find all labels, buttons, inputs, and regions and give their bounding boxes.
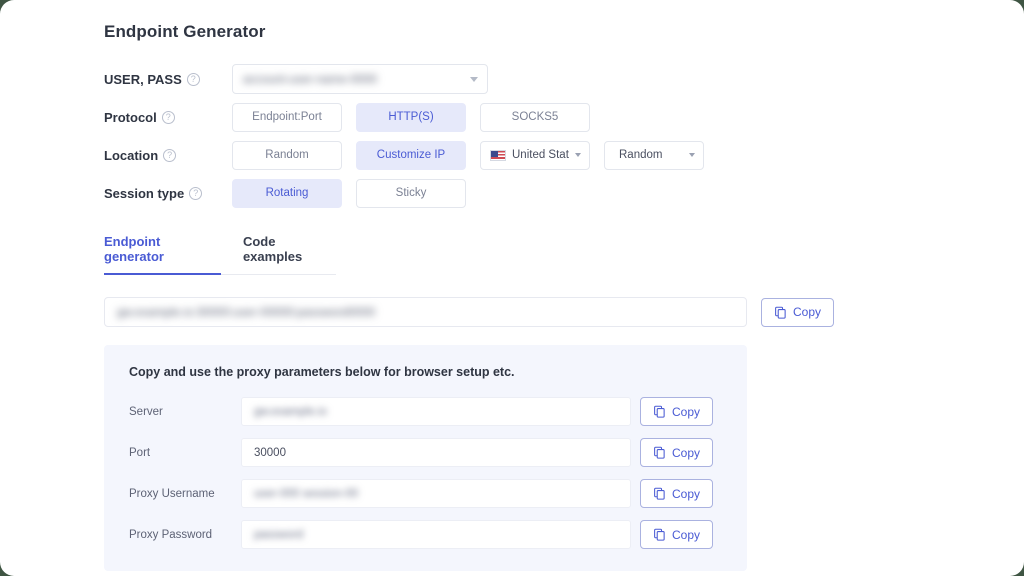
copy-icon	[653, 528, 666, 541]
protocol-option-https[interactable]: HTTP(S)	[356, 103, 466, 132]
session-type-option-rotating[interactable]: Rotating	[232, 179, 342, 208]
param-value-port: 30000	[254, 447, 286, 459]
param-label-server: Server	[129, 406, 241, 418]
copy-button-proxy-username[interactable]: Copy	[640, 479, 713, 508]
param-input-proxy-username[interactable]: user-000 session-00	[241, 479, 631, 508]
protocol-label-group: Protocol ?	[104, 110, 232, 125]
copy-label-proxy-username: Copy	[672, 487, 700, 501]
location-label-group: Location ?	[104, 148, 232, 163]
copy-button-port[interactable]: Copy	[640, 438, 713, 467]
session-type-option-sticky[interactable]: Sticky	[356, 179, 466, 208]
param-label-proxy-password: Proxy Password	[129, 529, 241, 541]
copy-icon	[653, 487, 666, 500]
copy-button-server[interactable]: Copy	[640, 397, 713, 426]
param-value-proxy-password: password	[254, 529, 303, 541]
panel-title: Copy and use the proxy parameters below …	[129, 365, 722, 379]
session-type-row: Session type ? Rotating Sticky	[104, 178, 984, 208]
tab-bar: Endpoint generator Code examples	[104, 234, 336, 275]
copy-icon	[774, 306, 787, 319]
session-type-label: Session type	[104, 186, 184, 201]
param-input-proxy-password[interactable]: password	[241, 520, 631, 549]
page-title: Endpoint Generator	[104, 22, 984, 42]
copy-icon	[653, 446, 666, 459]
location-row: Location ? Random Customize IP United St…	[104, 140, 984, 170]
protocol-option-endpoint-port[interactable]: Endpoint:Port	[232, 103, 342, 132]
country-select-value: United Stat	[512, 149, 569, 161]
chevron-down-icon	[689, 153, 695, 157]
copy-label-proxy-password: Copy	[672, 528, 700, 542]
chevron-down-icon	[470, 77, 478, 82]
page-content: Endpoint Generator USER, PASS ? account-…	[104, 22, 984, 571]
copy-icon	[653, 405, 666, 418]
param-row-proxy-password: Proxy Password password Copy	[129, 520, 722, 549]
copy-button-proxy-password[interactable]: Copy	[640, 520, 713, 549]
city-select-value: Random	[619, 149, 662, 161]
chevron-down-icon	[575, 153, 581, 157]
us-flag-icon	[490, 150, 506, 161]
country-select[interactable]: United Stat	[480, 141, 590, 170]
param-row-proxy-username: Proxy Username user-000 session-00 Copy	[129, 479, 722, 508]
session-type-label-group: Session type ?	[104, 186, 232, 201]
param-value-proxy-username: user-000 session-00	[254, 488, 358, 500]
endpoint-copy-label: Copy	[793, 305, 821, 319]
endpoint-copy-button[interactable]: Copy	[761, 298, 834, 327]
userpass-label: USER, PASS	[104, 72, 182, 87]
proxy-parameters-panel: Copy and use the proxy parameters below …	[104, 345, 747, 571]
endpoint-value: gw.example.io:30000:user-00000:password0…	[117, 305, 375, 319]
protocol-option-socks5[interactable]: SOCKS5	[480, 103, 590, 132]
param-label-port: Port	[129, 447, 241, 459]
tab-endpoint-generator[interactable]: Endpoint generator	[104, 234, 221, 275]
question-circle-icon[interactable]: ?	[162, 111, 175, 124]
tab-code-examples[interactable]: Code examples	[243, 234, 336, 275]
location-option-random[interactable]: Random	[232, 141, 342, 170]
question-circle-icon[interactable]: ?	[187, 73, 200, 86]
endpoint-generator-page: Endpoint Generator USER, PASS ? account-…	[0, 0, 1024, 576]
param-row-server: Server gw.example.io Copy	[129, 397, 722, 426]
param-input-port[interactable]: 30000	[241, 438, 631, 467]
endpoint-input[interactable]: gw.example.io:30000:user-00000:password0…	[104, 297, 747, 327]
copy-label-port: Copy	[672, 446, 700, 460]
question-circle-icon[interactable]: ?	[189, 187, 202, 200]
question-circle-icon[interactable]: ?	[163, 149, 176, 162]
param-label-proxy-username: Proxy Username	[129, 488, 241, 500]
param-value-server: gw.example.io	[254, 406, 327, 418]
userpass-select[interactable]: account-user-name-0000	[232, 64, 488, 94]
protocol-label: Protocol	[104, 110, 157, 125]
param-row-port: Port 30000 Copy	[129, 438, 722, 467]
protocol-row: Protocol ? Endpoint:Port HTTP(S) SOCKS5	[104, 102, 984, 132]
location-label: Location	[104, 148, 158, 163]
endpoint-row: gw.example.io:30000:user-00000:password0…	[104, 297, 984, 327]
userpass-label-group: USER, PASS ?	[104, 72, 232, 87]
city-select[interactable]: Random	[604, 141, 704, 170]
userpass-value: account-user-name-0000	[243, 72, 377, 86]
copy-label-server: Copy	[672, 405, 700, 419]
param-input-server[interactable]: gw.example.io	[241, 397, 631, 426]
userpass-row: USER, PASS ? account-user-name-0000	[104, 64, 984, 94]
location-option-customize-ip[interactable]: Customize IP	[356, 141, 466, 170]
